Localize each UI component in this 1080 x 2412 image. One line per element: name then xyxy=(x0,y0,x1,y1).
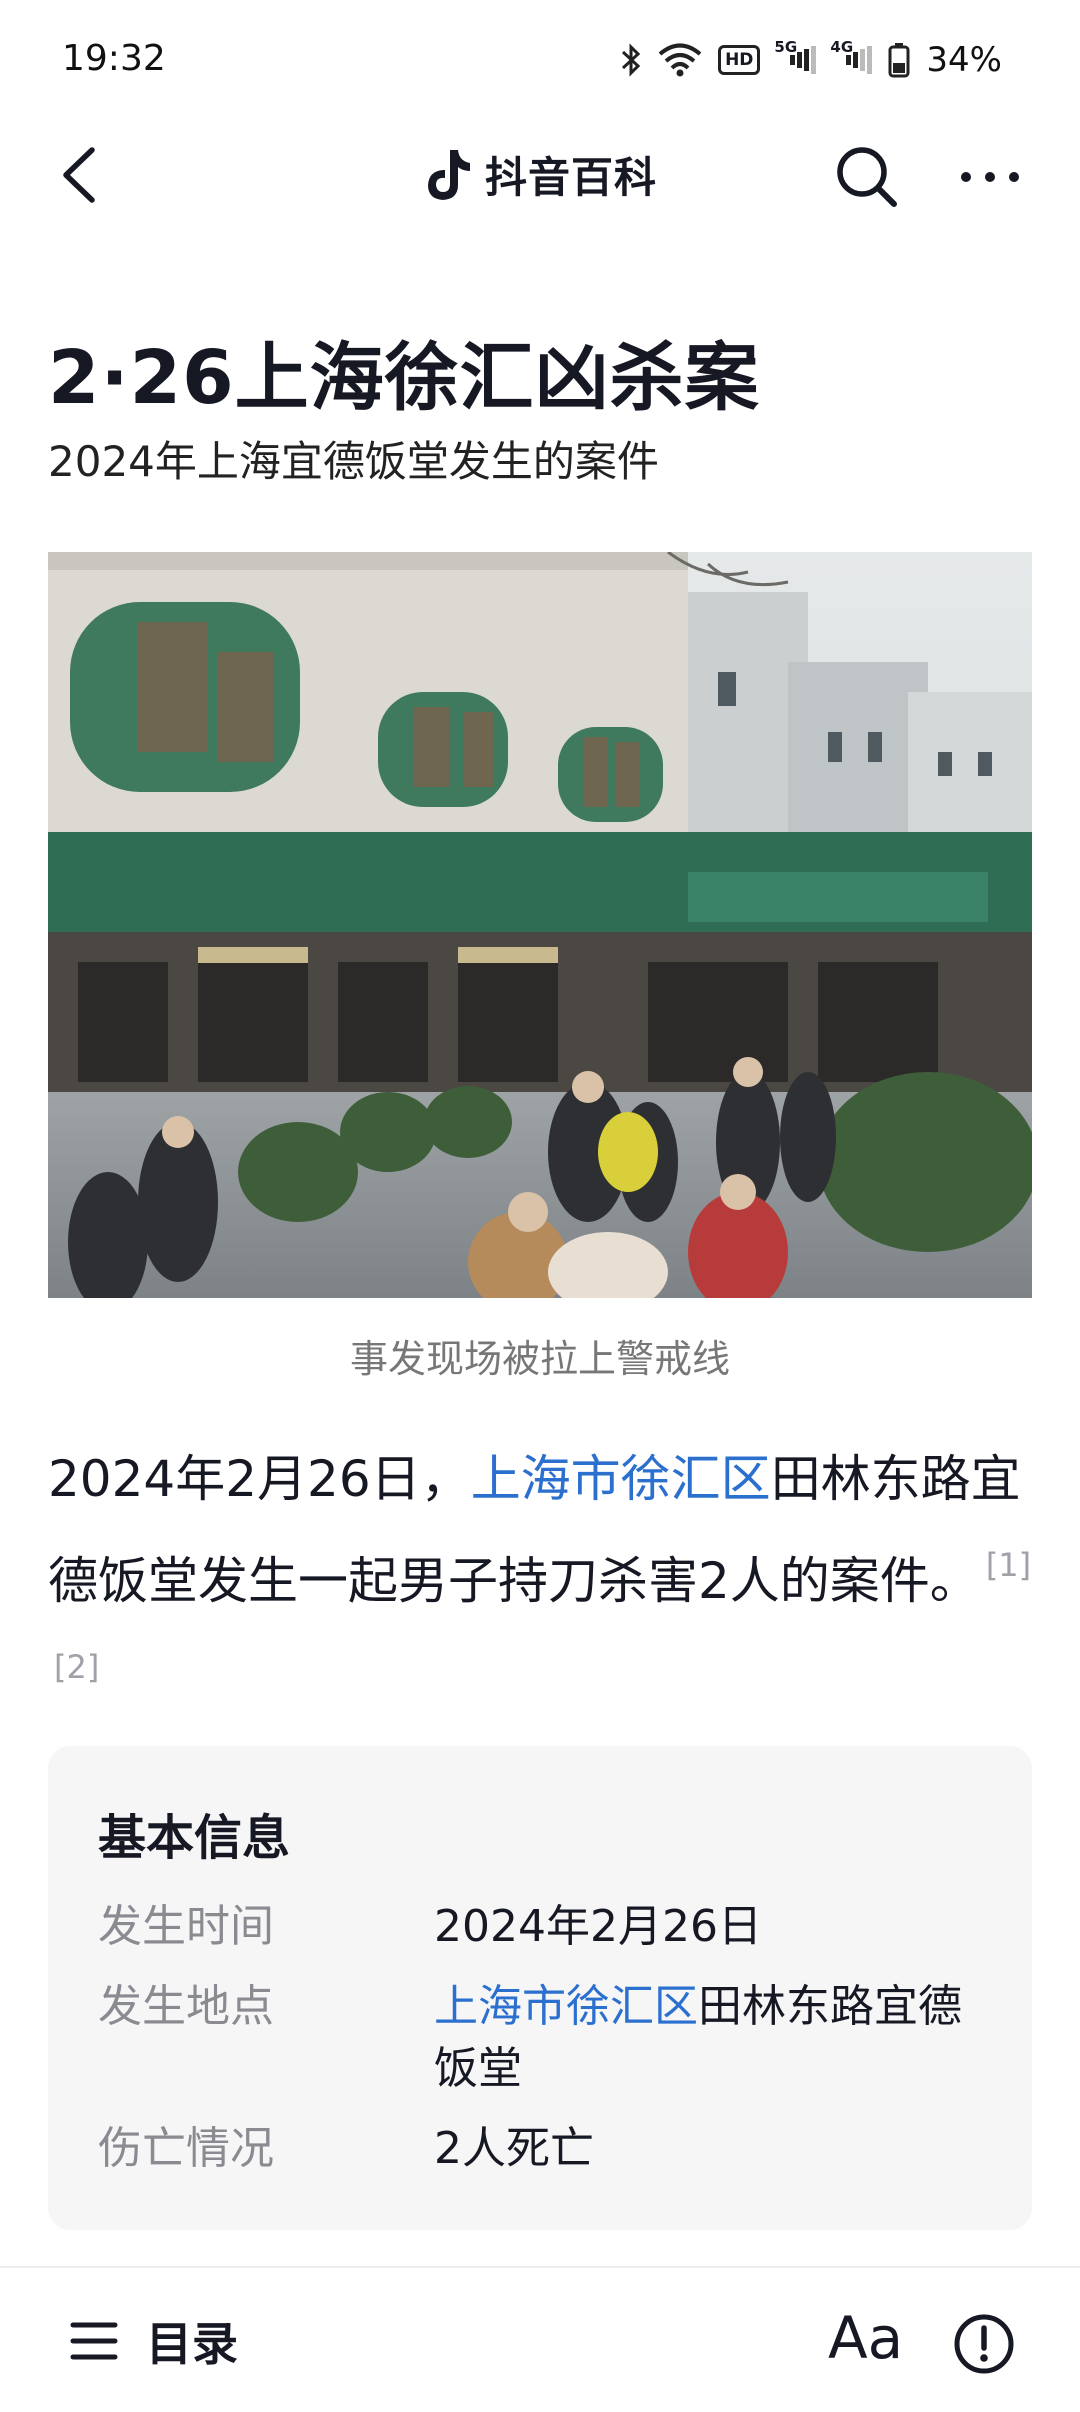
battery-percent: 34% xyxy=(926,40,1002,80)
toc-button[interactable]: 目录 xyxy=(70,2308,238,2374)
info-value: 上海市徐汇区田林东路宜德饭堂 xyxy=(434,1976,994,2100)
top-navigation-bar: 抖音百科 xyxy=(0,120,1080,230)
signal-4g-label: 4G xyxy=(830,38,854,56)
nav-title: 抖音百科 xyxy=(0,144,1080,205)
feedback-icon xyxy=(954,2314,1014,2374)
article-paragraph: 2024年2月26日，上海市徐汇区田林东路宜德饭堂发生一起男子持刀杀害2人的案件… xyxy=(48,1436,1038,1726)
location-link[interactable]: 上海市徐汇区 xyxy=(434,1981,698,2032)
info-key: 伤亡情况 xyxy=(98,2123,274,2174)
bluetooth-icon xyxy=(620,42,642,78)
page-subtitle: 2024年上海宜德饭堂发生的案件 xyxy=(48,437,659,486)
info-value: 2人死亡 xyxy=(434,2123,594,2174)
status-bar: 19:32 HD 5G 4G 34% xyxy=(0,0,1080,120)
battery-icon xyxy=(888,42,910,78)
search-button[interactable] xyxy=(832,142,902,212)
menu-icon xyxy=(70,2322,118,2360)
basic-info-card: 基本信息 发生时间 2024年2月26日 发生地点 上海市徐汇区田林东路宜德饭堂… xyxy=(48,1746,1032,2230)
signal-5g-label: 5G xyxy=(774,38,798,56)
reference-link-2[interactable]: [2] xyxy=(54,1648,99,1686)
info-heading: 基本信息 xyxy=(98,1810,291,1866)
more-button[interactable] xyxy=(952,142,1028,212)
hd-voice-icon: HD xyxy=(718,45,761,75)
font-size-button[interactable]: Aa xyxy=(828,2304,903,2372)
bottom-toolbar: 目录 Aa xyxy=(0,2266,1080,2412)
nav-title-text: 抖音百科 xyxy=(484,153,657,202)
article-image[interactable] xyxy=(48,552,1032,1298)
search-icon xyxy=(837,147,897,207)
more-icon xyxy=(961,172,1019,182)
info-key: 发生时间 xyxy=(98,1901,274,1952)
status-time: 19:32 xyxy=(62,38,166,79)
image-caption: 事发现场被拉上警戒线 xyxy=(349,1337,730,1381)
douyin-logo-icon xyxy=(427,149,470,200)
feedback-button[interactable] xyxy=(952,2312,1016,2376)
signal-5g-icon: 5G xyxy=(774,38,817,76)
toc-label: 目录 xyxy=(146,2317,238,2371)
scene-photo xyxy=(48,552,1032,1298)
page-title: 2·26上海徐汇凶杀案 xyxy=(48,335,760,421)
reference-link-1[interactable]: [1] xyxy=(986,1546,1031,1584)
location-link[interactable]: 上海市徐汇区 xyxy=(471,1450,771,1508)
status-icons: HD 5G 4G 34% xyxy=(620,38,1002,82)
signal-4g-icon: 4G xyxy=(830,38,873,76)
info-value: 2024年2月26日 xyxy=(434,1901,762,1952)
wifi-icon xyxy=(658,43,702,77)
paragraph-text-1: 2024年2月26日， xyxy=(48,1450,471,1508)
info-key: 发生地点 xyxy=(98,1981,274,2032)
